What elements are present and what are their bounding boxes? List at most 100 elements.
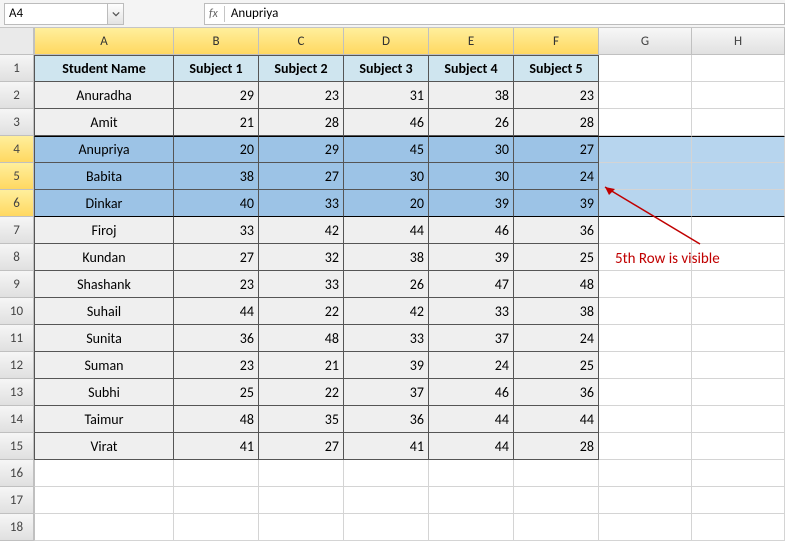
cell-A9[interactable]: Shashank [34,271,174,298]
cell-E18[interactable] [429,514,514,541]
cell-B17[interactable] [174,487,259,514]
cell-F16[interactable] [514,460,599,487]
row-header-9[interactable]: 9 [0,271,34,298]
cell-B11[interactable]: 36 [174,325,259,352]
cell-B6[interactable]: 40 [174,190,259,217]
cell-D10[interactable]: 42 [344,298,429,325]
cell-E1[interactable]: Subject 4 [429,55,514,82]
cell-G11[interactable] [599,325,692,352]
cell-B15[interactable]: 41 [174,433,259,460]
cell-F3[interactable]: 28 [514,109,599,136]
cell-A15[interactable]: Virat [34,433,174,460]
cell-B1[interactable]: Subject 1 [174,55,259,82]
row-header-1[interactable]: 1 [0,55,34,82]
cell-H11[interactable] [692,325,785,352]
cell-E15[interactable]: 44 [429,433,514,460]
column-header-a[interactable]: A [34,28,174,55]
cell-D1[interactable]: Subject 3 [344,55,429,82]
cell-C10[interactable]: 22 [259,298,344,325]
column-header-e[interactable]: E [429,28,514,55]
cell-A4[interactable]: Anupriya [34,136,174,163]
cell-A16[interactable] [34,460,174,487]
cell-D16[interactable] [344,460,429,487]
row-header-13[interactable]: 13 [0,379,34,406]
column-header-b[interactable]: B [174,28,259,55]
cell-E3[interactable]: 26 [429,109,514,136]
row-header-17[interactable]: 17 [0,487,34,514]
cell-F9[interactable]: 48 [514,271,599,298]
cell-A10[interactable]: Suhail [34,298,174,325]
cell-C18[interactable] [259,514,344,541]
cell-C15[interactable]: 27 [259,433,344,460]
cell-G13[interactable] [599,379,692,406]
cell-G18[interactable] [599,514,692,541]
cell-G9[interactable] [599,271,692,298]
cell-E2[interactable]: 38 [429,82,514,109]
cell-E17[interactable] [429,487,514,514]
cell-H2[interactable] [692,82,785,109]
cell-B10[interactable]: 44 [174,298,259,325]
cell-B13[interactable]: 25 [174,379,259,406]
row-header-4[interactable]: 4 [0,136,34,163]
formula-input[interactable]: fx Anupriya [204,3,785,25]
row-header-8[interactable]: 8 [0,244,34,271]
cell-F5[interactable]: 24 [514,163,599,190]
cell-A14[interactable]: Taimur [34,406,174,433]
cell-D6[interactable]: 20 [344,190,429,217]
row-header-7[interactable]: 7 [0,217,34,244]
cell-B7[interactable]: 33 [174,217,259,244]
cell-A12[interactable]: Suman [34,352,174,379]
cell-F7[interactable]: 36 [514,217,599,244]
row-header-15[interactable]: 15 [0,433,34,460]
cell-A7[interactable]: Firoj [34,217,174,244]
cell-C6[interactable]: 33 [259,190,344,217]
cell-F4[interactable]: 27 [514,136,599,163]
cell-G15[interactable] [599,433,692,460]
cell-F12[interactable]: 25 [514,352,599,379]
cell-B2[interactable]: 29 [174,82,259,109]
cell-H7[interactable] [692,217,785,244]
cell-D3[interactable]: 46 [344,109,429,136]
cell-C9[interactable]: 33 [259,271,344,298]
cell-D7[interactable]: 44 [344,217,429,244]
cell-E4[interactable]: 30 [429,136,514,163]
cell-A3[interactable]: Amit [34,109,174,136]
cell-C5[interactable]: 27 [259,163,344,190]
cell-F11[interactable]: 24 [514,325,599,352]
cell-G3[interactable] [599,109,692,136]
cell-B14[interactable]: 48 [174,406,259,433]
cell-C14[interactable]: 35 [259,406,344,433]
cell-G10[interactable] [599,298,692,325]
cell-D12[interactable]: 39 [344,352,429,379]
cell-F14[interactable]: 44 [514,406,599,433]
cell-C16[interactable] [259,460,344,487]
cell-A18[interactable] [34,514,174,541]
cell-H12[interactable] [692,352,785,379]
cell-D18[interactable] [344,514,429,541]
cell-A5[interactable]: Babita [34,163,174,190]
cell-B5[interactable]: 38 [174,163,259,190]
cell-E14[interactable]: 44 [429,406,514,433]
cell-G12[interactable] [599,352,692,379]
cell-E13[interactable]: 46 [429,379,514,406]
cell-C3[interactable]: 28 [259,109,344,136]
cell-A11[interactable]: Sunita [34,325,174,352]
cell-F6[interactable]: 39 [514,190,599,217]
cell-E10[interactable]: 33 [429,298,514,325]
cell-B9[interactable]: 23 [174,271,259,298]
name-box-dropdown[interactable] [107,4,123,24]
cell-E7[interactable]: 46 [429,217,514,244]
cell-C2[interactable]: 23 [259,82,344,109]
cell-E16[interactable] [429,460,514,487]
cell-H14[interactable] [692,406,785,433]
cell-G17[interactable] [599,487,692,514]
cell-G2[interactable] [599,82,692,109]
cell-C8[interactable]: 32 [259,244,344,271]
cell-D13[interactable]: 37 [344,379,429,406]
row-header-3[interactable]: 3 [0,109,34,136]
cell-B18[interactable] [174,514,259,541]
cell-C13[interactable]: 22 [259,379,344,406]
cell-H18[interactable] [692,514,785,541]
cell-G14[interactable] [599,406,692,433]
cell-C17[interactable] [259,487,344,514]
